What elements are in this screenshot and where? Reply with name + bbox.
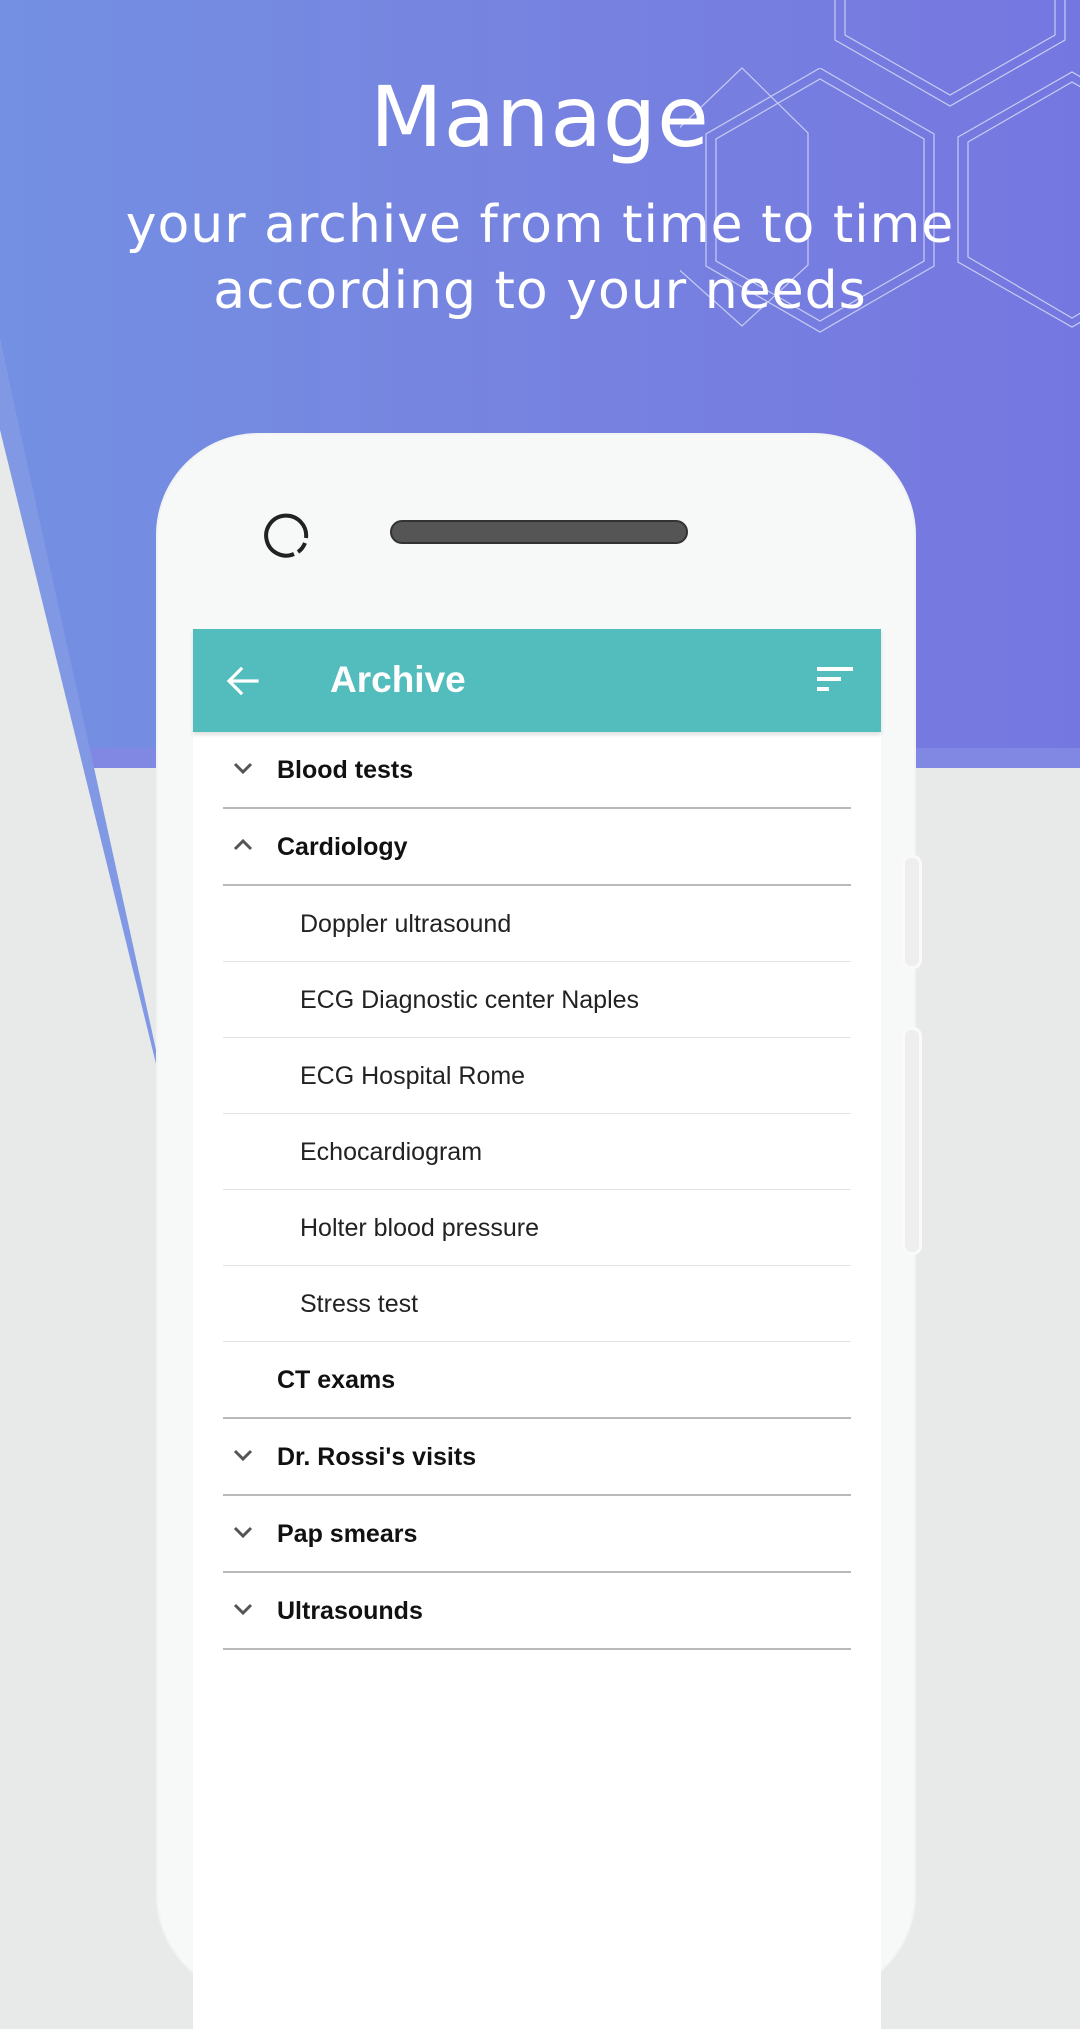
archive-list: Blood tests Cardiology Doppler ultrasound E… (193, 732, 881, 1650)
archive-item-label: Blood tests (277, 756, 414, 784)
archive-item-label: ECG Hospital Rome (300, 1062, 526, 1090)
hero-title: Manage (370, 68, 710, 166)
archive-subitem[interactable]: Echocardiogram (223, 1114, 851, 1190)
archive-subitem[interactable]: ECG Diagnostic center Naples (223, 962, 851, 1038)
hero-subtitle: your archive from time to time according… (0, 192, 1080, 324)
archive-item-label: Doppler ultrasound (300, 910, 512, 938)
chevron-down-icon[interactable] (231, 1520, 255, 1544)
chevron-down-icon[interactable] (231, 1597, 255, 1621)
chevron-up-icon[interactable] (231, 833, 255, 857)
archive-item-label: ECG Diagnostic center Naples (300, 986, 640, 1014)
phone-speaker (390, 520, 688, 544)
chevron-down-icon[interactable] (231, 756, 255, 780)
chevron-down-icon[interactable] (231, 1443, 255, 1467)
app-screen: Archive Blood tests Cardiology Doppler ult… (193, 629, 881, 2029)
archive-item-label: CT exams (277, 1366, 396, 1394)
archive-item-label: Stress test (300, 1290, 419, 1318)
archive-subitem[interactable]: ECG Hospital Rome (223, 1038, 851, 1114)
archive-item-label: Echocardiogram (300, 1138, 483, 1166)
camera-icon (264, 513, 309, 558)
archive-item-label: Holter blood pressure (300, 1214, 540, 1242)
archive-item-label: Pap smears (277, 1520, 418, 1548)
phone-volume-button (902, 855, 922, 969)
archive-category[interactable]: Ultrasounds (223, 1573, 851, 1650)
archive-category[interactable]: CT exams (223, 1342, 851, 1419)
hero-subtitle-line2: according to your needs (213, 261, 867, 321)
sort-icon[interactable] (817, 665, 853, 695)
archive-category[interactable]: Blood tests (223, 732, 851, 809)
archive-item-label: Cardiology (277, 833, 408, 861)
page-title: Archive (330, 659, 466, 700)
archive-category[interactable]: Pap smears (223, 1496, 851, 1573)
app-bar: Archive (193, 629, 881, 732)
archive-category[interactable]: Cardiology (223, 809, 851, 886)
hero-subtitle-line1: your archive from time to time (125, 195, 955, 255)
archive-category[interactable]: Dr. Rossi's visits (223, 1419, 851, 1496)
phone-mockup: Archive Blood tests Cardiology Doppler ult… (158, 435, 922, 2029)
archive-subitem[interactable]: Stress test (223, 1266, 851, 1342)
phone-power-button (902, 1027, 922, 1255)
archive-item-label: Dr. Rossi's visits (277, 1443, 477, 1471)
archive-subitem[interactable]: Holter blood pressure (223, 1190, 851, 1266)
archive-item-label: Ultrasounds (277, 1597, 423, 1625)
arrow-left-icon[interactable] (225, 663, 261, 699)
archive-subitem[interactable]: Doppler ultrasound (223, 886, 851, 962)
